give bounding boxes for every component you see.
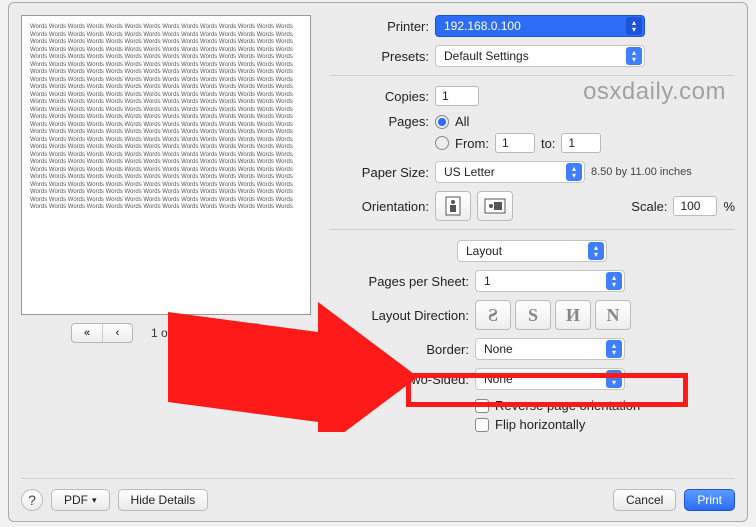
chevron-down-icon: ▾ — [92, 495, 97, 506]
chevron-updown-icon: ▴▾ — [566, 163, 582, 181]
settings-column: Printer: 192.168.0.100 ▴▾ Presets: Defau… — [329, 15, 735, 440]
reverse-checkbox[interactable] — [475, 399, 489, 413]
divider — [329, 75, 735, 76]
pages-from-text: From: — [455, 136, 489, 151]
pages-all-text: All — [455, 114, 469, 129]
next-page-button[interactable]: › — [200, 324, 230, 342]
chevron-updown-icon: ▴▾ — [606, 272, 622, 290]
paper-size-select[interactable]: US Letter ▴▾ — [435, 161, 585, 183]
pages-per-sheet-select[interactable]: 1 ▴▾ — [475, 270, 625, 292]
chevron-updown-icon: ▴▾ — [626, 47, 642, 65]
preview-text: Words Words Words Words Words Words Word… — [30, 24, 302, 212]
page-preview: Words Words Words Words Words Words Word… — [21, 15, 311, 315]
two-sided-label: Two-Sided: — [329, 372, 469, 387]
page-indicator: 1 of 3 — [141, 326, 191, 340]
first-page-button[interactable]: « — [72, 324, 102, 342]
pages-label: Pages: — [329, 114, 429, 129]
border-label: Border: — [329, 342, 469, 357]
dialog-footer: ? PDF ▾ Hide Details Cancel Print — [21, 478, 735, 511]
pages-from-radio[interactable] — [435, 136, 449, 150]
paper-dimensions: 8.50 by 11.00 inches — [591, 166, 692, 178]
flip-checkbox[interactable] — [475, 418, 489, 432]
scale-input[interactable]: 100 — [673, 196, 717, 216]
layout-dir-2[interactable]: S — [515, 300, 551, 330]
print-button[interactable]: Print — [684, 489, 735, 511]
divider — [329, 229, 735, 230]
orientation-portrait-button[interactable] — [435, 191, 471, 221]
reverse-label: Reverse page orientation — [495, 398, 640, 413]
pages-all-radio[interactable] — [435, 115, 449, 129]
portrait-icon — [444, 196, 462, 216]
print-dialog: Words Words Words Words Words Words Word… — [8, 2, 748, 522]
help-button[interactable]: ? — [21, 489, 43, 511]
layout-dir-1[interactable]: Ƨ — [475, 300, 511, 330]
layout-direction-label: Layout Direction: — [329, 308, 469, 323]
border-select[interactable]: None ▴▾ — [475, 338, 625, 360]
presets-label: Presets: — [329, 49, 429, 64]
scale-label: Scale: — [631, 199, 667, 214]
preview-column: Words Words Words Words Words Words Word… — [21, 15, 311, 440]
orientation-label: Orientation: — [329, 199, 429, 214]
orientation-landscape-button[interactable] — [477, 191, 513, 221]
pps-label: Pages per Sheet: — [329, 274, 469, 289]
chevron-updown-icon: ▴▾ — [626, 17, 642, 35]
pager: « ‹ 1 of 3 › » — [21, 323, 311, 343]
copies-label: Copies: — [329, 89, 429, 104]
chevron-updown-icon: ▴▾ — [588, 242, 604, 260]
printer-label: Printer: — [329, 19, 429, 34]
chevron-updown-icon: ▴▾ — [606, 340, 622, 358]
percent-label: % — [723, 199, 735, 214]
cancel-button[interactable]: Cancel — [613, 489, 676, 511]
from-input[interactable]: 1 — [495, 133, 535, 153]
to-input[interactable]: 1 — [561, 133, 601, 153]
printer-select[interactable]: 192.168.0.100 ▴▾ — [435, 15, 645, 37]
prev-page-button[interactable]: ‹ — [102, 324, 132, 342]
presets-select[interactable]: Default Settings ▴▾ — [435, 45, 645, 67]
last-page-button[interactable]: » — [230, 324, 260, 342]
layout-dir-4[interactable]: N — [595, 300, 631, 330]
chevron-updown-icon: ▴▾ — [606, 370, 622, 388]
paper-size-label: Paper Size: — [329, 165, 429, 180]
pages-to-text: to: — [541, 136, 555, 151]
hide-details-button[interactable]: Hide Details — [118, 489, 209, 511]
two-sided-select[interactable]: None ▴▾ — [475, 368, 625, 390]
layout-direction-group: Ƨ S И N — [475, 300, 631, 330]
landscape-icon — [484, 198, 506, 214]
pdf-menu-button[interactable]: PDF ▾ — [51, 489, 110, 511]
copies-input[interactable]: 1 — [435, 86, 479, 106]
flip-label: Flip horizontally — [495, 417, 585, 432]
section-select[interactable]: Layout ▴▾ — [457, 240, 607, 262]
layout-dir-3[interactable]: И — [555, 300, 591, 330]
